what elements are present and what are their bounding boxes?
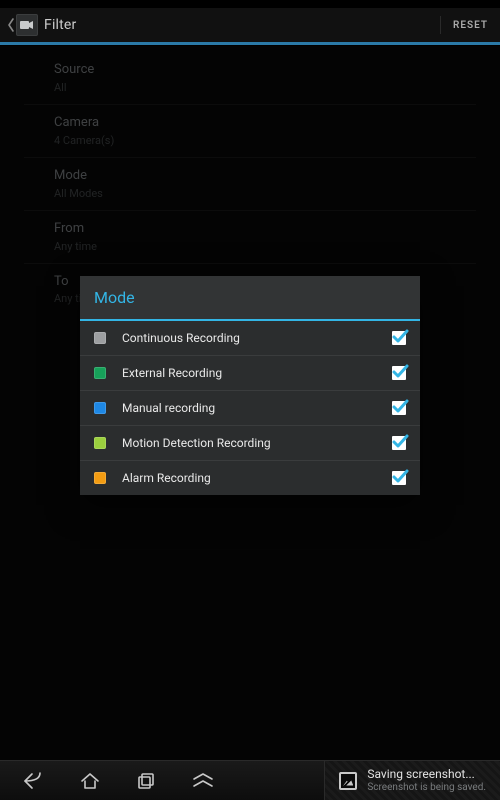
toast-text: Saving screenshot... Screenshot is being…: [367, 768, 486, 792]
screenshot-icon: [339, 772, 357, 790]
nav-menu-button[interactable]: [192, 773, 214, 789]
action-bar: Filter RESET: [0, 8, 500, 44]
mode-option-manual[interactable]: Manual recording: [80, 391, 420, 426]
checkbox-checked-icon[interactable]: [392, 366, 406, 380]
camera-icon: [16, 14, 38, 36]
mode-option-label: Manual recording: [122, 401, 392, 415]
status-bar: [0, 0, 500, 8]
mode-option-continuous[interactable]: Continuous Recording: [80, 321, 420, 356]
separator: [440, 16, 441, 34]
mode-option-label: External Recording: [122, 366, 392, 380]
color-swatch-icon: [94, 402, 106, 414]
mode-option-label: Motion Detection Recording: [122, 436, 392, 450]
mode-option-label: Alarm Recording: [122, 471, 392, 485]
mode-option-alarm[interactable]: Alarm Recording: [80, 461, 420, 495]
mode-option-external[interactable]: External Recording: [80, 356, 420, 391]
screenshot-toast[interactable]: Saving screenshot... Screenshot is being…: [324, 761, 500, 800]
checkbox-checked-icon[interactable]: [392, 401, 406, 415]
back-button[interactable]: [6, 17, 16, 33]
mode-option-motion[interactable]: Motion Detection Recording: [80, 426, 420, 461]
reset-button[interactable]: RESET: [447, 16, 494, 35]
color-swatch-icon: [94, 437, 106, 449]
page-title: Filter: [44, 17, 434, 33]
nav-home-button[interactable]: [80, 772, 100, 790]
mode-dialog: Mode Continuous Recording External Recor…: [80, 276, 420, 495]
mode-option-label: Continuous Recording: [122, 331, 392, 345]
checkbox-checked-icon[interactable]: [392, 436, 406, 450]
checkbox-checked-icon[interactable]: [392, 471, 406, 485]
dialog-title: Mode: [80, 276, 420, 321]
color-swatch-icon: [94, 472, 106, 484]
navigation-bar: Saving screenshot... Screenshot is being…: [0, 760, 500, 800]
toast-subtitle: Screenshot is being saved.: [367, 782, 486, 793]
toast-title: Saving screenshot...: [367, 768, 486, 781]
nav-recent-button[interactable]: [136, 772, 156, 790]
checkbox-checked-icon[interactable]: [392, 331, 406, 345]
color-swatch-icon: [94, 332, 106, 344]
nav-back-button[interactable]: [22, 772, 44, 790]
color-swatch-icon: [94, 367, 106, 379]
